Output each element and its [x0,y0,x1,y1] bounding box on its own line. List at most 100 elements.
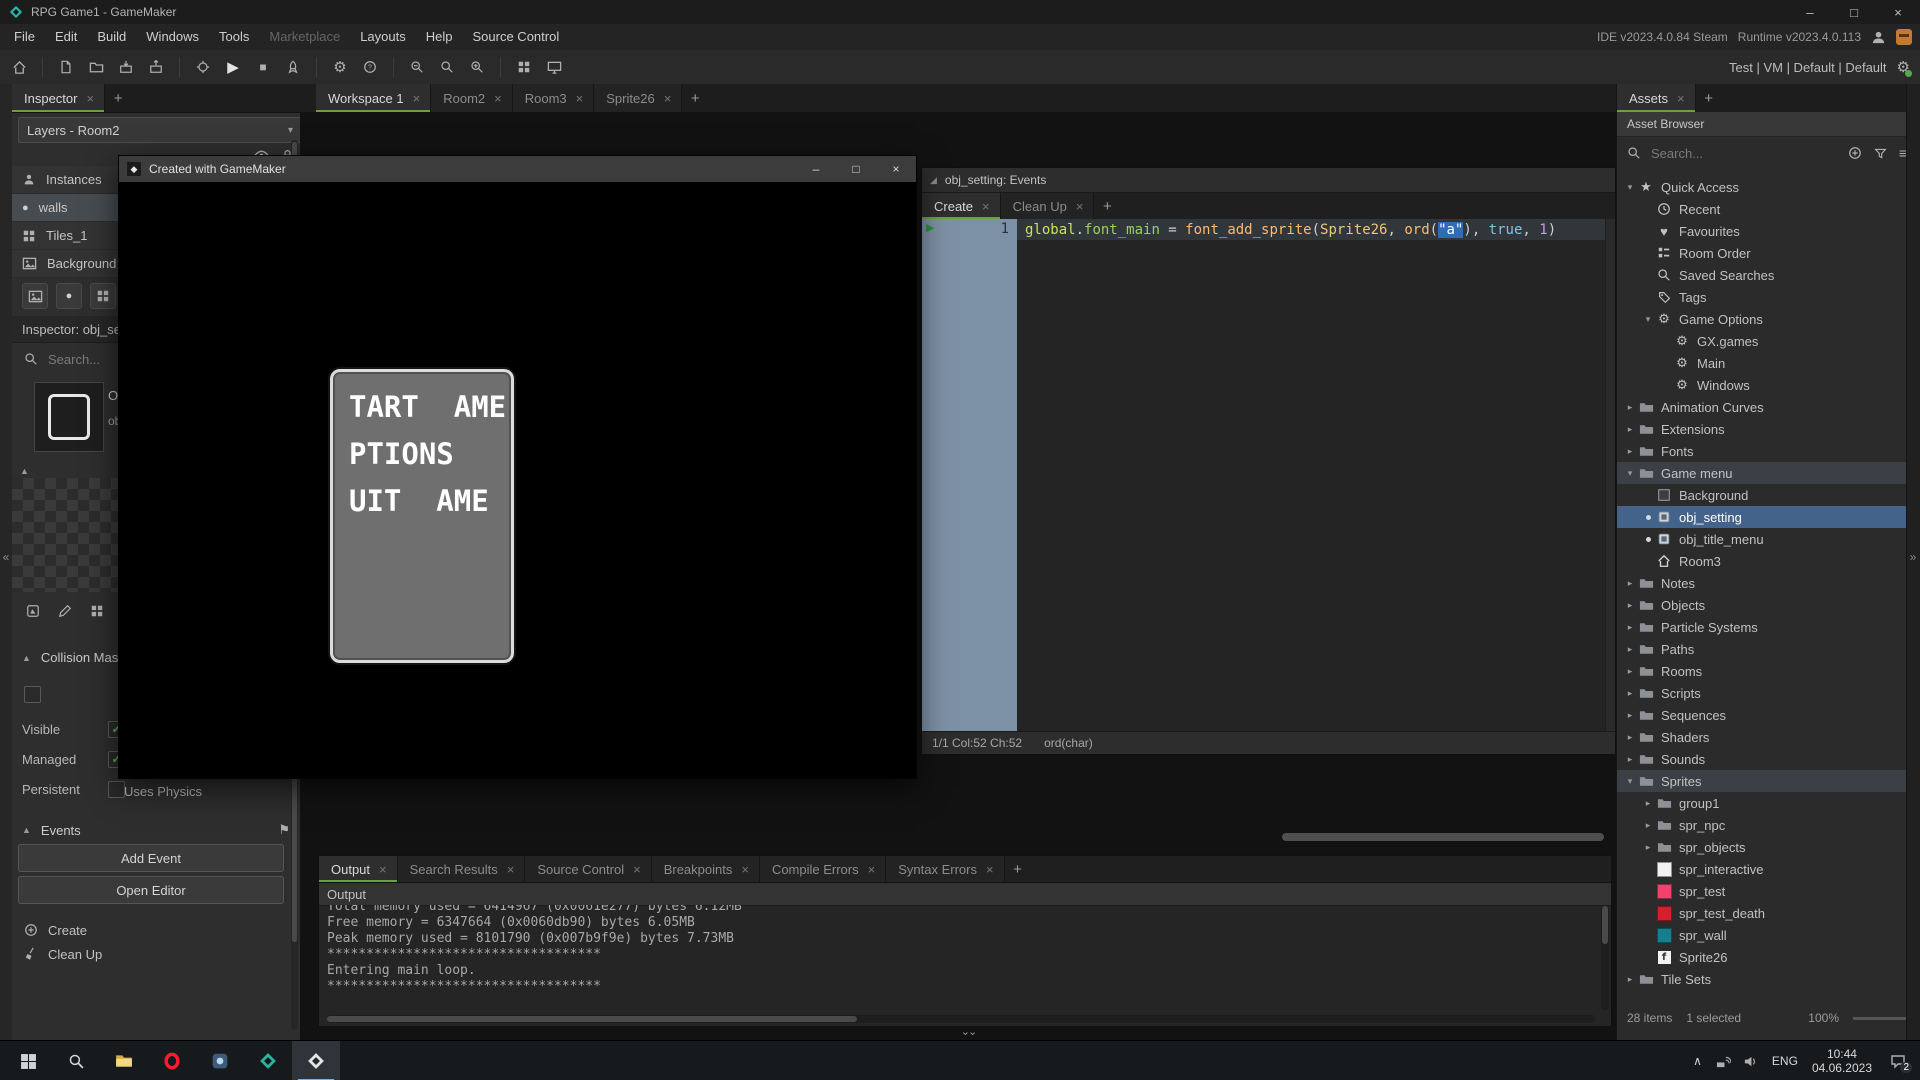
asset-objects[interactable]: ▸Objects [1617,594,1907,616]
close-button[interactable]: × [1876,0,1920,24]
code-line[interactable]: global.font_main = font_add_sprite(Sprit… [1017,219,1615,240]
stop-button[interactable]: ■ [250,54,276,80]
close-icon[interactable]: × [507,862,515,877]
chevron-down-icon[interactable]: ▾ [1623,468,1637,479]
menu-edit[interactable]: Edit [45,24,87,50]
menu-source-control[interactable]: Source Control [463,24,570,50]
minimize-button[interactable]: – [796,156,836,182]
add-tab-button[interactable]: + [1005,856,1031,882]
add-tab-button[interactable]: + [105,84,131,112]
account-icon[interactable] [1871,30,1886,45]
pencil-icon[interactable] [58,604,72,618]
help-button[interactable]: ? [357,54,383,80]
asset-room-order[interactable]: Room Order [1617,242,1907,264]
asset-rooms[interactable]: ▸Rooms [1617,660,1907,682]
chevron-right-icon[interactable]: ▸ [1623,754,1637,765]
tab-room2[interactable]: Room2× [431,84,513,112]
asset-animation-curves[interactable]: ▸Animation Curves [1617,396,1907,418]
asset-group1[interactable]: ▸group1 [1617,792,1907,814]
taskbar-taskbar-search[interactable] [52,1041,100,1080]
export-project-button[interactable] [143,54,169,80]
asset-gx-games[interactable]: ⚙GX.games [1617,330,1907,352]
close-icon[interactable]: × [576,91,584,106]
tab-create[interactable]: Create× [922,193,1001,219]
add-background-layer-button[interactable] [22,283,48,309]
asset-spr-wall[interactable]: spr_wall [1617,924,1907,946]
asset-quick-access[interactable]: ▾★Quick Access [1617,176,1907,198]
language-indicator[interactable]: ENG [1772,1054,1798,1068]
tab-inspector[interactable]: Inspector × [12,84,105,112]
asset-scripts[interactable]: ▸Scripts [1617,682,1907,704]
chevron-right-icon[interactable]: ▸ [1623,644,1637,655]
asset-saved-searches[interactable]: Saved Searches [1617,264,1907,286]
close-icon[interactable]: × [868,862,876,877]
asset-game-options[interactable]: ▾⚙Game Options [1617,308,1907,330]
close-button[interactable]: × [876,156,916,182]
zoom-reset-button[interactable] [434,54,460,80]
asset-spr-objects[interactable]: ▸spr_objects [1617,836,1907,858]
chevron-right-icon[interactable]: ▸ [1623,600,1637,611]
add-tab-button[interactable]: + [682,84,708,112]
tab-room3[interactable]: Room3× [513,84,595,112]
add-tab-button[interactable]: + [1094,193,1120,219]
asset-room3[interactable]: Room3 [1617,550,1907,572]
asset-sounds[interactable]: ▸Sounds [1617,748,1907,770]
asset-fonts[interactable]: ▸Fonts [1617,440,1907,462]
tab-clean-up[interactable]: Clean Up× [1001,193,1095,219]
close-icon[interactable]: × [986,862,994,877]
code-body[interactable]: global.font_main = font_add_sprite(Sprit… [1017,219,1615,731]
add-asset-icon[interactable] [1848,145,1862,161]
taskbar-opera[interactable] [148,1041,196,1080]
new-project-button[interactable] [53,54,79,80]
tab-compile-errors[interactable]: Compile Errors× [760,856,886,882]
close-icon[interactable]: × [413,91,421,106]
layout-grid-button[interactable] [511,54,537,80]
persistent-checkbox[interactable] [108,781,125,798]
collapse-left-icon[interactable]: « [0,550,12,564]
chevron-right-icon[interactable]: ▸ [1623,974,1637,985]
chevron-right-icon[interactable]: ▸ [1641,842,1655,853]
menu-marketplace[interactable]: Marketplace [259,24,350,50]
asset-tile-sets[interactable]: ▸Tile Sets [1617,968,1907,990]
close-icon[interactable]: × [633,862,641,877]
chevron-right-icon[interactable]: ▸ [1623,622,1637,633]
collapse-section-icon[interactable]: ▲ [20,466,29,476]
asset-background[interactable]: Background [1617,484,1907,506]
menu-file[interactable]: File [4,24,45,50]
asset-tags[interactable]: Tags [1617,286,1907,308]
close-icon[interactable]: × [379,862,387,877]
code-editor-header[interactable]: ◢ obj_setting: Events [922,168,1615,193]
close-icon[interactable]: × [982,199,990,214]
tile-layer-icon[interactable] [90,604,104,618]
game-window-titlebar[interactable]: ◆ Created with GameMaker – □ × [119,156,916,182]
tray-volume-icon[interactable] [1743,1054,1758,1069]
asset-search-input[interactable] [1649,145,1783,162]
chevron-down-icon[interactable]: ▾ [1623,182,1637,193]
event-create[interactable]: Create [12,918,300,942]
maximize-button[interactable]: □ [836,156,876,182]
object-sprite-thumbnail[interactable] [34,382,104,452]
asset-shaders[interactable]: ▸Shaders [1617,726,1907,748]
asset-notes[interactable]: ▸Notes [1617,572,1907,594]
collision-mask-header[interactable]: ▲ Collision Mask [12,650,125,665]
filter-icon[interactable] [1874,145,1887,161]
scrollbar-thumb[interactable] [327,1016,857,1022]
chevron-down-icon[interactable]: ▾ [1623,776,1637,787]
code-editor[interactable]: ▶ 1 global.font_main = font_add_sprite(S… [922,219,1615,731]
tab-workspace-1[interactable]: Workspace 1× [316,84,431,112]
debug-target-button[interactable] [190,54,216,80]
tray-chevron-icon[interactable]: ∧ [1693,1054,1702,1068]
chevron-right-icon[interactable]: ▸ [1641,798,1655,809]
asset-spr-npc[interactable]: ▸spr_npc [1617,814,1907,836]
layout-windows-button[interactable] [541,54,567,80]
chevron-down-icon[interactable]: ▾ [1641,314,1655,325]
asset-game-menu[interactable]: ▾Game menu [1617,462,1907,484]
home-button[interactable] [6,54,32,80]
collision-checkbox[interactable] [24,686,41,703]
add-event-button[interactable]: Add Event [18,844,284,872]
asset-sprite26[interactable]: fSprite26 [1617,946,1907,968]
add-tab-button[interactable]: + [1696,84,1722,112]
tray-network-icon[interactable] [1716,1054,1731,1069]
asset-sequences[interactable]: ▸Sequences [1617,704,1907,726]
menu-help[interactable]: Help [416,24,463,50]
